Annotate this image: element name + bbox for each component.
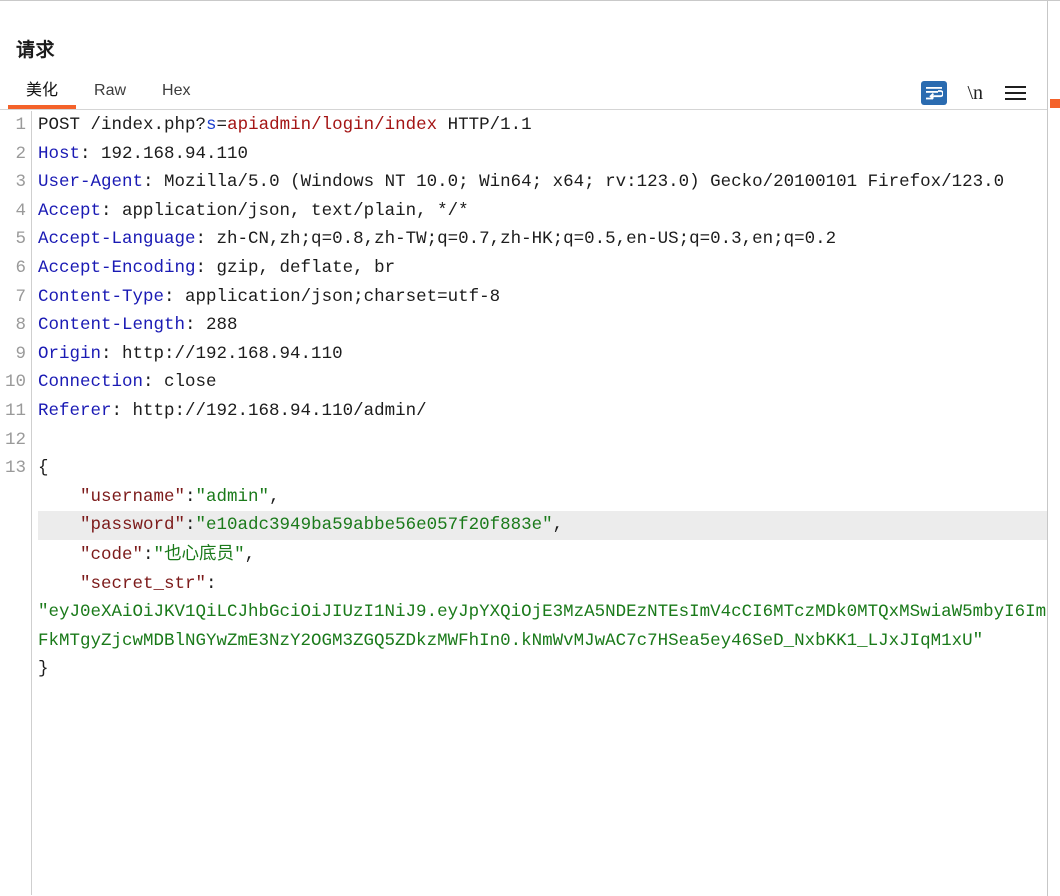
code-line-header: Accept-Encoding: gzip, deflate, br (38, 257, 396, 278)
code-line-json-value: "eyJ0eXAiOiJKV1QiLCJhbGciOiJIUzI1NiJ9.ey… (38, 602, 1047, 651)
editor-minimap-rail[interactable] (1047, 1, 1060, 896)
tab-raw-label: Raw (94, 82, 127, 99)
line-number: 5 (15, 229, 26, 250)
newline-toggle-icon[interactable]: \n (965, 83, 985, 103)
code-line-header: Origin: http://192.168.94.110 (38, 343, 343, 364)
line-number: 8 (15, 315, 26, 336)
code-line-header: Host: 192.168.94.110 (38, 143, 249, 164)
menu-bar-2 (1004, 92, 1026, 94)
code-line-header: Referer: http://192.168.94.110/admin/ (38, 400, 427, 421)
line-number: 9 (15, 343, 26, 364)
request-code[interactable]: POST /index.php?s=apiadmin/login/index H… (32, 111, 1047, 895)
code-line-json-field: "code":"也心底员", (38, 543, 256, 565)
tab-hex-label: Hex (162, 82, 191, 99)
editor-toolbar: \n (921, 79, 1027, 107)
code-line-header: Connection: close (38, 372, 217, 393)
code-line-body-open: { (38, 458, 49, 479)
line-number: 4 (15, 200, 26, 221)
line-number: 2 (15, 143, 26, 164)
code-line-header: Accept: application/json, text/plain, */… (38, 200, 469, 221)
line-number: 11 (4, 400, 26, 421)
request-editor[interactable]: 1 2 3 4 5 6 7 8 9 10 11 12 13 POST /index.php?s=apia… (0, 111, 1047, 895)
menu-bar-3 (1004, 98, 1026, 100)
word-wrap-icon[interactable] (921, 81, 948, 105)
line-number-cont (0, 569, 26, 598)
line-number-cont (0, 597, 26, 626)
line-number-cont (0, 511, 26, 540)
menu-bar-1 (1004, 86, 1026, 88)
line-number: 12 (4, 429, 26, 450)
line-number: 10 (4, 372, 26, 393)
panel-content: 请求 美化 Raw Hex \n 1 2 3 4 5 6 7 8 9 10 11… (0, 1, 1047, 895)
line-number-gutter: 1 2 3 4 5 6 7 8 9 10 11 12 13 (0, 111, 32, 895)
hamburger-menu-icon[interactable] (1003, 82, 1027, 104)
line-number: 7 (15, 286, 26, 307)
line-number-cont (0, 540, 26, 569)
tab-list: 美化 Raw Hex (8, 79, 208, 109)
tab-beautify-label: 美化 (26, 82, 59, 99)
tab-beautify[interactable]: 美化 (8, 79, 77, 109)
line-number-cont (0, 626, 26, 655)
line-number-cont (0, 654, 26, 683)
code-line-header: User-Agent: Mozilla/5.0 (Windows NT 10.0… (38, 172, 1005, 193)
line-number: 13 (4, 458, 26, 479)
request-panel: 请求 美化 Raw Hex \n 1 2 3 4 5 6 7 8 9 10 11… (0, 0, 1060, 896)
code-line-header: Content-Type: application/json;charset=u… (38, 286, 501, 307)
tab-hex[interactable]: Hex (144, 79, 208, 109)
code-line-request: POST /index.php?s=apiadmin/login/index H… (38, 115, 532, 135)
line-number: 3 (15, 172, 26, 193)
code-line-body-close: } (38, 659, 49, 680)
page-title: 请求 (16, 40, 56, 61)
code-line-json-field: "secret_str": (38, 573, 217, 594)
code-line-json-field: "password":"e10adc3949ba59abbe56e057f20f… (38, 511, 1047, 540)
line-number: 6 (15, 257, 26, 278)
code-line-header: Content-Length: 288 (38, 315, 238, 336)
tab-raw[interactable]: Raw (76, 79, 144, 109)
minimap-marker[interactable] (1050, 99, 1060, 108)
tab-bar: 美化 Raw Hex \n (0, 79, 1047, 110)
code-line-header: Accept-Language: zh-CN,zh;q=0.8,zh-TW;q=… (38, 229, 837, 250)
line-number-cont (0, 483, 26, 512)
line-number: 1 (15, 115, 26, 135)
code-line-json-field: "username":"admin", (38, 486, 280, 507)
